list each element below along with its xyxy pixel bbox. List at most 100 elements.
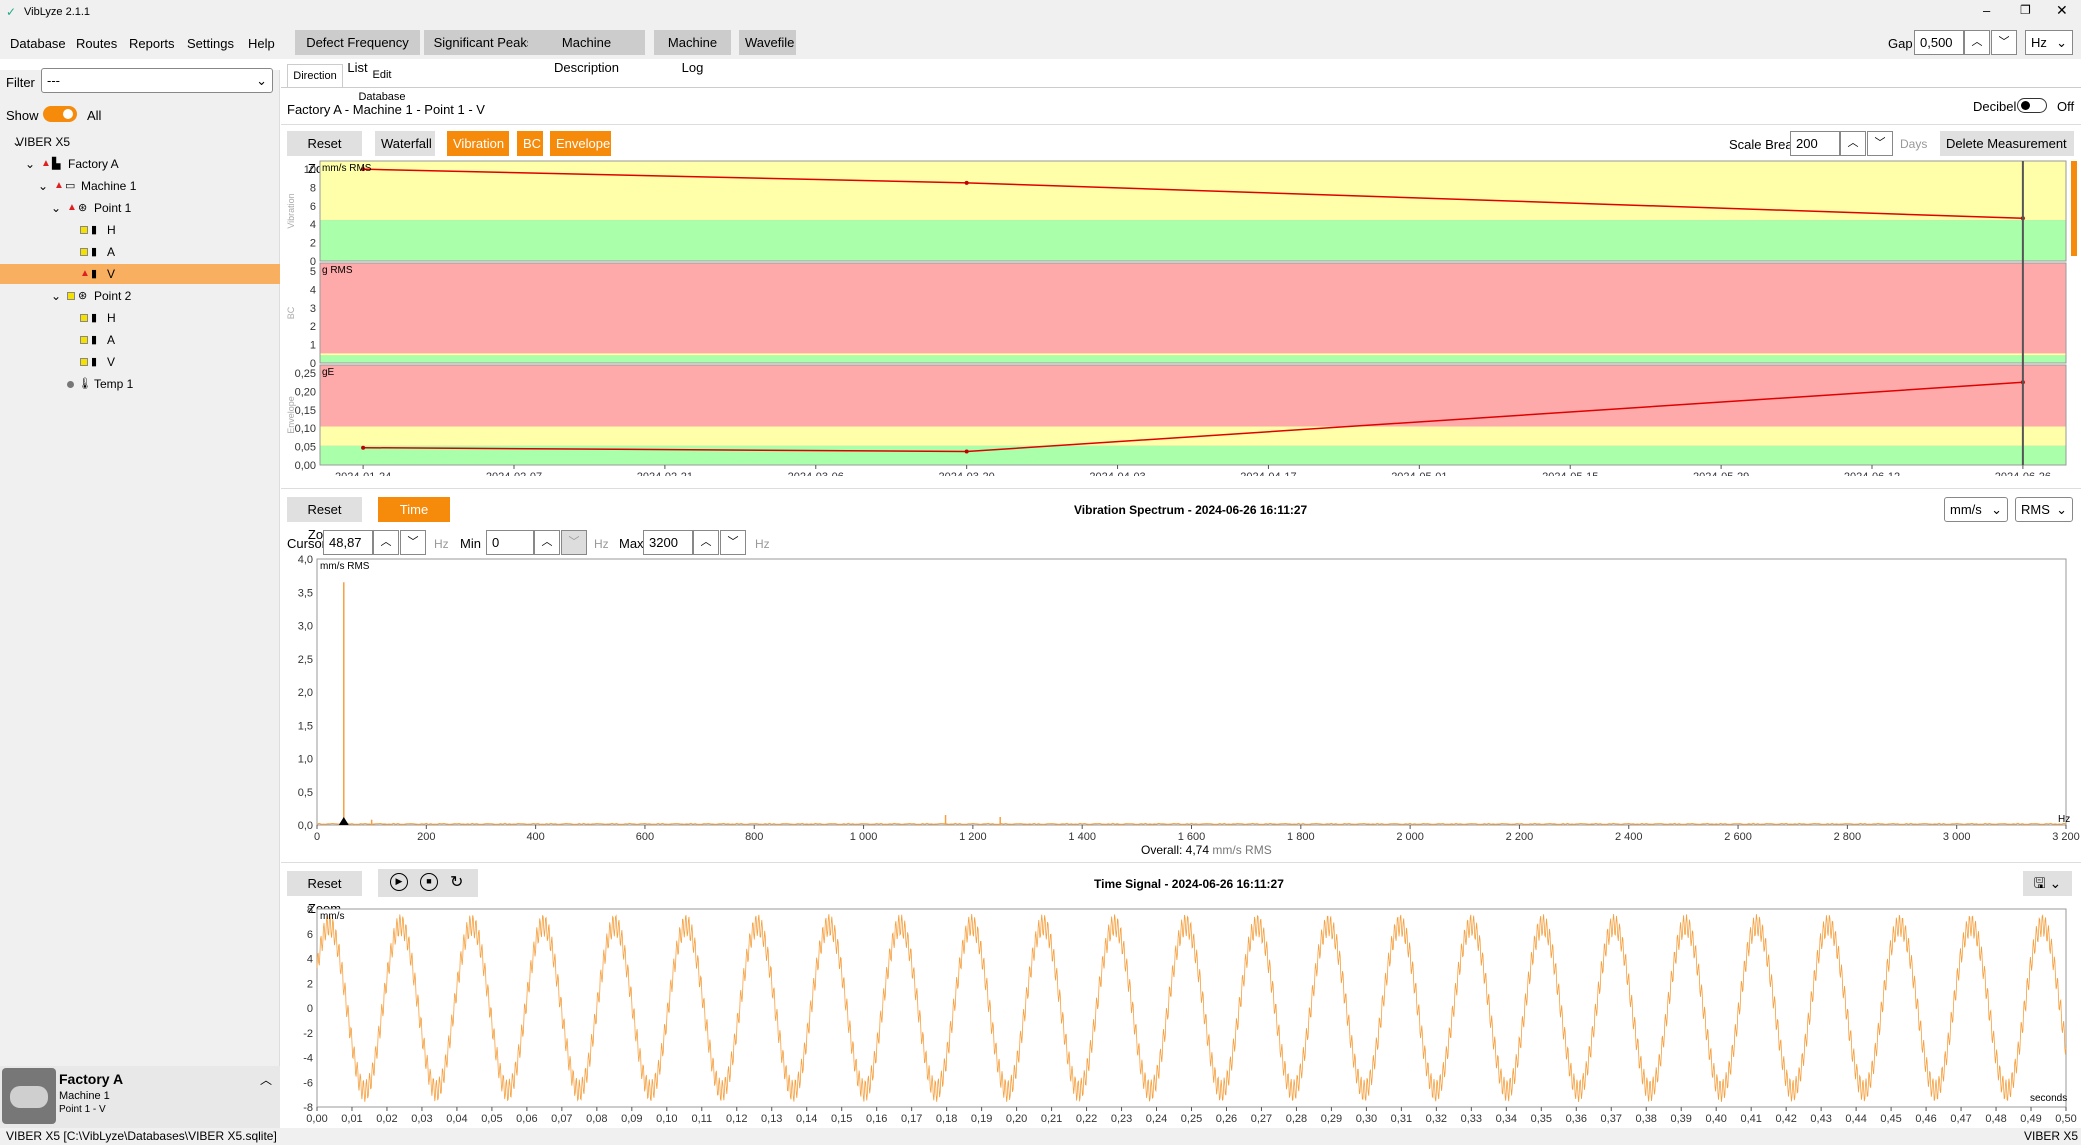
spectrum-unit-select[interactable]: mm/s ⌄ — [1944, 497, 2008, 522]
gap-up-icon[interactable]: ︿ — [1964, 30, 1990, 55]
x-tick-label: 2024-06-26 — [1995, 471, 2051, 476]
tree-item-label: V — [107, 267, 116, 281]
y-tick-label: 0 — [307, 1003, 313, 1015]
time-reset-zoom-button[interactable]: Reset Zoom — [287, 871, 362, 916]
tree-item-label: Machine 1 — [81, 179, 137, 193]
machine-log-button[interactable]: Machine Log — [654, 30, 731, 75]
status-bar: VIBER X5 [C:\VibLyze\Databases\VIBER X5.… — [0, 1128, 2081, 1145]
menu-database[interactable]: Database — [10, 36, 66, 51]
envelope-toggle-button[interactable]: Envelope — [550, 131, 611, 156]
vibration-toggle-button[interactable]: Vibration — [447, 131, 509, 156]
panel-side-label: Envelope — [286, 396, 296, 434]
scale-break-down-icon[interactable]: ﹀ — [1867, 131, 1893, 156]
tree-item[interactable]: ▮ H — [0, 308, 280, 328]
x-tick-label: 0,46 — [1915, 1113, 1936, 1125]
chevron-down-icon[interactable]: ⌄ — [51, 198, 61, 218]
node-type-icon: 🌡 — [78, 378, 92, 390]
cursor-hz-label: Hz — [434, 537, 449, 551]
menu-help[interactable]: Help — [248, 36, 275, 51]
tree-item[interactable]: ⌄ ▲ ⊛ Point 1 — [0, 198, 280, 218]
cursor-down-icon[interactable]: ﹀ — [400, 530, 426, 555]
delete-measurement-dropdown[interactable]: Delete Measurement⌄ — [1940, 131, 2074, 176]
tree-item[interactable]: ▮ A — [0, 330, 280, 350]
panel-unit-label: mm/s RMS — [322, 163, 372, 174]
scale-break-input[interactable]: 200 — [1790, 131, 1840, 156]
warning-square-icon — [80, 248, 88, 256]
defect-frequency-list-button[interactable]: Defect Frequency List — [295, 30, 420, 75]
tree-item[interactable]: ⌄ ▲ ▙ Factory A — [0, 154, 280, 174]
gap-down-icon[interactable]: ﹀ — [1991, 30, 2017, 55]
x-tick-label: 0,38 — [1636, 1113, 1657, 1125]
min-down-icon[interactable]: ﹀ — [561, 530, 587, 555]
replay-icon[interactable]: ↻ — [450, 872, 463, 892]
tree-item-label: H — [107, 223, 116, 237]
show-toggle[interactable] — [43, 106, 77, 122]
tree-item[interactable]: ▮ V — [0, 352, 280, 372]
chevron-down-icon[interactable]: ⌄ — [25, 154, 35, 174]
x-tick-label: 0,41 — [1740, 1113, 1761, 1125]
waterfall-button[interactable]: Waterfall — [375, 131, 435, 156]
x-tick-label: 0,18 — [936, 1113, 957, 1125]
tree-item[interactable]: ▮ A — [0, 242, 280, 262]
gap-input[interactable]: 0,500 — [1914, 30, 1964, 55]
cursor-up-icon[interactable]: ︿ — [373, 530, 399, 555]
chevron-down-icon[interactable]: ⌄ — [51, 286, 61, 306]
tree-item[interactable]: ⌄ ▲ ▭ Machine 1 — [0, 176, 280, 196]
divider — [281, 124, 2081, 125]
menu-reports[interactable]: Reports — [129, 36, 175, 51]
max-up-icon[interactable]: ︿ — [693, 530, 719, 555]
restore-icon[interactable]: ❐ — [2020, 3, 2031, 17]
min-label: Min — [460, 536, 481, 551]
minimize-icon[interactable]: – — [1983, 3, 1990, 18]
y-tick-label: 2 — [307, 978, 313, 990]
decibel-toggle[interactable] — [2017, 98, 2047, 113]
x-tick-label: 3 200 — [2052, 831, 2080, 843]
tree-item[interactable]: ▲ ▮ V — [0, 264, 280, 284]
y-tick-label: 5 — [310, 266, 316, 278]
y-tick-label: -4 — [303, 1053, 313, 1065]
trend-reset-zoom-button[interactable]: Reset Zoom — [287, 131, 362, 176]
spectrum-reset-zoom-button[interactable]: Reset Zoom — [287, 497, 362, 542]
bc-toggle-button[interactable]: BC — [517, 131, 543, 156]
machine-description-button[interactable]: Machine Description — [528, 30, 645, 75]
tree-item[interactable]: ⌄ ⊛ Point 2 — [0, 286, 280, 306]
menu-routes[interactable]: Routes — [76, 36, 117, 51]
x-tick-label: 0,21 — [1041, 1113, 1062, 1125]
chevron-down-icon[interactable]: ⌄ — [38, 176, 48, 196]
significant-peaks-button[interactable]: Significant Peaks — [424, 30, 543, 55]
trend-point — [361, 445, 366, 450]
time-signal-toggle-button[interactable]: Time Signal — [378, 497, 450, 542]
decibel-state: Off — [2057, 99, 2075, 114]
save-export-icon[interactable]: 🖫 ⌄ — [2023, 871, 2072, 896]
x-tick-label: 0,35 — [1531, 1113, 1552, 1125]
y-tick-label: 8 — [307, 904, 313, 916]
max-down-icon[interactable]: ﹀ — [720, 530, 746, 555]
tree-item[interactable]: ▮ H — [0, 220, 280, 240]
trend-chart: 1086420mm/s RMSVibration543210g RMSBC0,2… — [286, 160, 2077, 476]
alarm-triangle-icon: ▲ — [67, 202, 77, 213]
y-tick-label: 0,5 — [298, 787, 313, 799]
menu-settings[interactable]: Settings — [187, 36, 234, 51]
play-icon[interactable]: ▶ — [390, 873, 408, 891]
alarm-band-good — [320, 355, 2066, 363]
filter-select[interactable]: --- ⌄ — [41, 68, 273, 93]
min-up-icon[interactable]: ︿ — [534, 530, 560, 555]
close-icon[interactable]: ✕ — [2056, 2, 2068, 19]
node-type-icon: ▮ — [91, 268, 98, 280]
tree-item[interactable]: 🌡 Temp 1 — [0, 374, 280, 394]
cursor-input[interactable]: 48,87 — [323, 530, 373, 555]
scale-break-up-icon[interactable]: ︿ — [1840, 131, 1866, 156]
tab-edit-database[interactable]: Edit Database — [349, 64, 415, 103]
max-input[interactable]: 3200 — [643, 530, 693, 555]
min-input[interactable]: 0 — [486, 530, 534, 555]
y-tick-label: 2 — [310, 238, 316, 250]
stop-icon[interactable]: ■ — [420, 873, 438, 891]
collapse-up-icon[interactable]: ︿ — [260, 1071, 272, 1088]
gap-unit-select[interactable]: Hz ⌄ — [2025, 30, 2073, 55]
y-tick-label: 4 — [307, 954, 313, 966]
spectrum-mode-select[interactable]: RMS ⌄ — [2015, 497, 2073, 522]
tree-item[interactable]: ⌄ VIBER X5 — [0, 132, 280, 152]
tab-direction[interactable]: Direction — [287, 64, 343, 88]
wavefile-button[interactable]: Wavefile — [739, 30, 796, 55]
x-tick-label: 0,02 — [376, 1113, 397, 1125]
